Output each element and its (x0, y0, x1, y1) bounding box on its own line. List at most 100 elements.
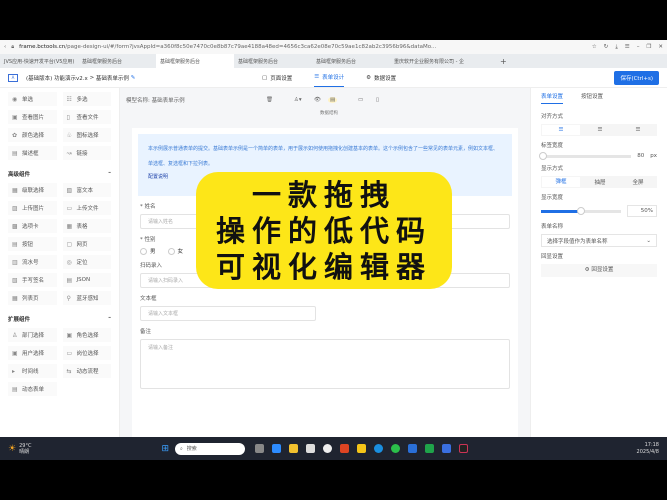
component-item[interactable]: ▧ 手写签名 (8, 273, 57, 287)
mobile-icon[interactable]: ▯ (376, 97, 379, 103)
browser-tab[interactable]: JVS应用-快速开发平台(V5应用) (0, 54, 78, 68)
component-item[interactable]: ♙ 部门选择 (8, 328, 57, 342)
download-icon[interactable]: ⤓ (615, 44, 617, 51)
component-item[interactable]: ▧ 富文本 (62, 183, 111, 197)
back-icon[interactable]: ‹ (4, 44, 6, 50)
wechat-icon[interactable] (390, 444, 400, 453)
app-icon[interactable] (424, 444, 434, 453)
align-left-icon[interactable]: ☰ (542, 125, 580, 135)
component-icon: ▤ (66, 276, 73, 284)
edit-icon[interactable]: ✎ (131, 75, 136, 81)
component-item[interactable]: ▸ 时间线 (8, 364, 57, 378)
clock[interactable]: 17:18 2025/4/8 (637, 442, 659, 456)
component-item[interactable]: ▨ 上传图片 (8, 201, 57, 215)
component-item[interactable]: ☷ 多选 (62, 92, 111, 106)
form-name-select[interactable]: 选择字段值作为表单名称 ⌄ (541, 234, 657, 247)
capcut-icon[interactable] (458, 444, 468, 453)
component-item[interactable]: ▦ 级联选择 (8, 183, 57, 197)
preview-icon[interactable]: 👁︎ (314, 97, 321, 103)
app-icon[interactable] (407, 444, 417, 453)
browser-tab[interactable]: 重庆软开企业服务有限公司 - 企 (390, 54, 500, 68)
component-item[interactable]: ▤ 按钮 (8, 237, 57, 251)
close-icon[interactable]: ✕ (658, 44, 663, 51)
component-item[interactable]: ▭ 岗位选择 (62, 346, 111, 360)
component-item[interactable]: ♧ 图标选择 (62, 128, 111, 142)
section-extension[interactable]: 扩展组件 – (8, 315, 111, 323)
component-item[interactable]: ◎ 定位 (62, 255, 111, 269)
refresh-icon[interactable]: ↻ (604, 44, 609, 51)
tab-form-settings[interactable]: 表单设置 (541, 92, 564, 104)
star-app-icon[interactable] (356, 444, 366, 453)
collapse-icon[interactable]: – (108, 170, 111, 178)
component-item[interactable]: ▤ 动态表单 (8, 382, 57, 396)
desktop-icon[interactable]: ▭ (358, 97, 363, 103)
show-width-slider[interactable]: 50% (541, 205, 657, 217)
tab-page-settings[interactable]: ▢ 页面设置 (262, 68, 292, 87)
taskbar-search[interactable]: ⌕ 搜索 (174, 442, 245, 455)
collapse-icon[interactable]: – (108, 315, 111, 323)
component-item[interactable]: ⚲ 蓝牙感知 (62, 291, 111, 305)
component-item[interactable]: ▯ 查看文件 (62, 110, 111, 124)
url-path: /page-design-ui/#/form?jvsAppId=a360f8c5… (65, 44, 437, 50)
tab-data-settings[interactable]: ⚙ 数据设置 (366, 68, 396, 87)
tab-form-design[interactable]: ☰ 表单设计 (314, 68, 345, 87)
component-item[interactable]: ▦ 列表页 (8, 291, 57, 305)
browser-tab[interactable]: 基础框架服务后台 (312, 54, 390, 68)
display-fullscreen[interactable]: 全屏 (619, 178, 657, 186)
browser-tab[interactable]: 基础框架服务后台 (234, 54, 312, 68)
app-icon[interactable] (271, 444, 281, 453)
component-item[interactable]: ▦ 表格 (62, 219, 111, 233)
component-item[interactable]: ▣ 查看图片 (8, 110, 57, 124)
component-item[interactable]: ◉ 单选 (8, 92, 57, 106)
browser-tab-active[interactable]: 基础框架服务后台 (156, 54, 234, 68)
component-item[interactable]: ▢ 网页 (62, 237, 111, 251)
notepad-icon[interactable] (305, 444, 315, 453)
component-item[interactable]: ▤ JSON (62, 273, 111, 287)
component-icon: ▤ (12, 385, 18, 393)
note-textarea[interactable]: 请输入备注 (140, 339, 510, 389)
star-icon[interactable]: ☆ (592, 44, 597, 51)
folder-icon[interactable] (288, 444, 298, 453)
label-width-slider[interactable]: 80 px (539, 151, 657, 160)
tab-button-settings[interactable]: 按钮设置 (581, 92, 603, 104)
label-width-value[interactable]: 80 (637, 153, 644, 159)
align-center-icon[interactable]: ☰ (581, 127, 619, 133)
align-right-icon[interactable]: ☰ (619, 127, 657, 133)
browser-tab[interactable]: 基础框架服务后台 (78, 54, 156, 68)
component-item[interactable]: ▥ 流水号 (8, 255, 57, 269)
section-advanced[interactable]: 高级组件 – (8, 170, 111, 178)
data-structure-icon[interactable]: ▤ (328, 97, 338, 103)
new-tab-icon[interactable]: + (500, 57, 507, 66)
component-item[interactable]: ▣ 用户选择 (8, 346, 57, 360)
text-input[interactable]: 请输入文本框 (140, 306, 316, 321)
restore-icon[interactable]: ❐ (646, 44, 651, 51)
app-icon[interactable] (441, 444, 451, 453)
radio-male[interactable]: 男 (140, 247, 156, 255)
start-icon[interactable]: ⊞ (161, 444, 169, 454)
display-drawer[interactable]: 抽屉 (581, 178, 619, 186)
taskview-icon[interactable] (254, 444, 264, 453)
component-item[interactable]: ▭ 上传文件 (62, 201, 111, 215)
component-item[interactable]: ✿ 颜色选择 (8, 128, 57, 142)
settings-icon[interactable] (322, 444, 332, 453)
user-icon[interactable]: ♙▾ (294, 97, 302, 103)
show-width-value[interactable]: 50% (627, 205, 657, 217)
weather[interactable]: 29°C 晴朗 (19, 443, 31, 455)
menu-icon[interactable]: ☰ (625, 44, 630, 51)
component-item[interactable]: ▩ 选项卡 (8, 219, 57, 233)
echo-settings-button[interactable]: ⚙ 回显设置 (541, 264, 657, 277)
edge-icon[interactable] (373, 444, 383, 453)
delete-icon[interactable]: 🗑︎ (266, 97, 273, 103)
component-icon: ▨ (12, 204, 18, 212)
component-item[interactable]: ▤ 描述框 (8, 146, 57, 160)
wps-icon[interactable] (339, 444, 349, 453)
component-item[interactable]: ⇆ 动态流程 (62, 364, 111, 378)
display-dialog[interactable]: 弹框 (542, 177, 580, 187)
address-bar[interactable]: ‹ 🔒︎ frame.bctools.cn/page-design-ui/#/f… (0, 40, 667, 54)
component-item[interactable]: ↝ 链接 (62, 146, 111, 160)
component-item[interactable]: ▣ 角色选择 (62, 328, 111, 342)
save-button[interactable]: 保存(Ctrl+s) (614, 70, 659, 85)
radio-female[interactable]: 女 (167, 247, 183, 255)
minimize-icon[interactable]: – (637, 44, 640, 51)
breadcrumb-root[interactable]: (基础版本) 功能演示v2.x (26, 74, 88, 82)
